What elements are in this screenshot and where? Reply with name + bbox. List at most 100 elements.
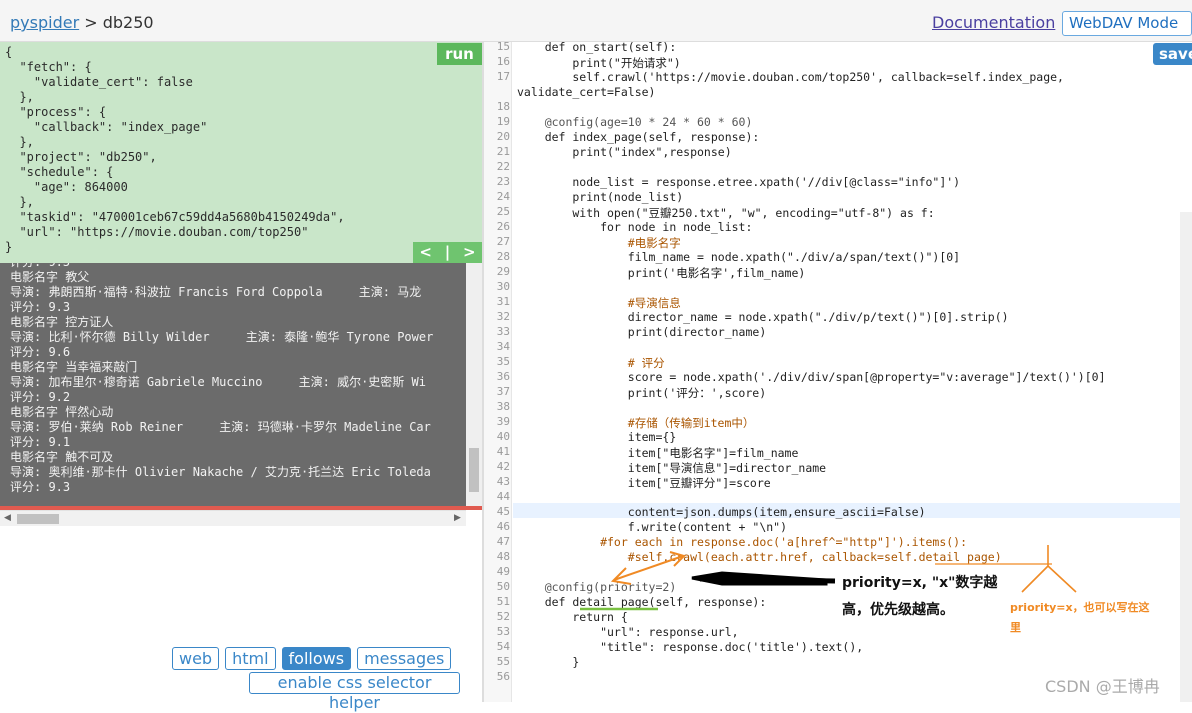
code-line: print(director_name)	[517, 325, 767, 339]
line-number: 55	[496, 655, 510, 668]
editor-scrollbar[interactable]	[1180, 212, 1192, 702]
line-number: 25	[496, 205, 510, 218]
line-number: 18	[496, 100, 510, 113]
output-line: 电影名字 教父	[10, 270, 90, 284]
priority-note: priority=x, "x"数字越 高，优先级越高。	[842, 570, 997, 624]
breadcrumb-home-link[interactable]: pyspider	[10, 13, 79, 32]
project-name: db250	[102, 13, 154, 32]
output-line: 评分: 9.5	[10, 263, 466, 270]
line-number: 33	[496, 325, 510, 338]
line-number: 42	[496, 460, 510, 473]
tab-messages[interactable]: messages	[357, 647, 452, 670]
task-json-line: },	[5, 195, 34, 209]
task-json-line: "schedule": {	[5, 165, 114, 179]
code-line: @config(age=10 * 24 * 60 * 60)	[517, 115, 753, 129]
line-number: 31	[496, 295, 510, 308]
prev-task-button[interactable]: <	[419, 242, 432, 263]
nav-separator: |	[444, 243, 451, 261]
line-number: 34	[496, 340, 510, 353]
line-number: 16	[496, 55, 510, 68]
output-horizontal-scrollbar[interactable]: ◀ ▶	[0, 510, 466, 526]
output-line: 评分: 9.3	[10, 480, 71, 494]
line-number: 27	[496, 235, 510, 248]
code-line: f.write(content + "\n")	[517, 520, 788, 534]
line-number: 29	[496, 265, 510, 278]
code-line: def on_start(self):	[517, 42, 677, 54]
output-line: 导演: 罗伯·莱纳 Rob Reiner 主演: 玛德琳·卡罗尔 Madelin…	[10, 420, 431, 434]
line-number: 28	[496, 250, 510, 263]
line-number: 22	[496, 160, 510, 173]
breadcrumb: pyspider > db250	[10, 13, 154, 32]
code-line: director_name = node.xpath("./div/p/text…	[517, 310, 1009, 324]
output-line: 评分: 9.3	[10, 300, 71, 314]
scroll-thumb[interactable]	[469, 448, 479, 492]
watermark: CSDN @王博冉	[1045, 677, 1160, 696]
next-task-button[interactable]: >	[463, 242, 476, 263]
run-button[interactable]: run	[437, 43, 482, 65]
task-json-line: },	[5, 135, 34, 149]
code-line: #导演信息	[517, 296, 681, 310]
output-console: 评分: 9.5电影名字 教父导演: 弗朗西斯·福特·科波拉 Francis Fo…	[0, 263, 482, 506]
task-json-line: "fetch": {	[5, 60, 92, 74]
line-number: 50	[496, 580, 510, 593]
code-line: self.crawl('https://movie.douban.com/top…	[517, 70, 1064, 84]
line-number: 21	[496, 145, 510, 158]
code-line: for node in node_list:	[517, 220, 753, 234]
line-number: 45	[496, 505, 510, 518]
line-number: 47	[496, 535, 510, 548]
task-json-line: "callback": "index_page"	[5, 120, 208, 134]
line-number: 37	[496, 385, 510, 398]
line-number: 24	[496, 190, 510, 203]
code-line: }	[517, 655, 580, 669]
output-line: 电影名字 怦然心动	[10, 405, 114, 419]
line-number: 44	[496, 490, 510, 503]
output-line: 电影名字 控方证人	[10, 315, 114, 329]
scroll-right-icon[interactable]: ▶	[454, 513, 461, 523]
code-line: @config(priority=2)	[517, 580, 677, 594]
output-line: 导演: 奥利维·那卡什 Olivier Nakache / 艾力克·托兰达 Er…	[10, 465, 431, 479]
output-line: 导演: 比利·怀尔德 Billy Wilder 主演: 泰隆·鲍华 Tyrone…	[10, 330, 434, 344]
line-number: 32	[496, 310, 510, 323]
code-line: "url": response.url,	[517, 625, 739, 639]
code-line: #存储（传输到item中）	[517, 416, 755, 430]
tab-web[interactable]: web	[172, 647, 220, 670]
priority-note-line1: priority=x, "x"数字越	[842, 575, 998, 591]
tab-follows[interactable]: follows	[281, 647, 352, 670]
code-line: # 评分	[517, 356, 665, 370]
output-line: 评分: 9.2	[10, 390, 71, 404]
code-line: validate_cert=False)	[517, 85, 656, 99]
code-line: print("index",response)	[517, 145, 732, 159]
scroll-thumb[interactable]	[17, 514, 59, 524]
code-line: content=json.dumps(item,ensure_ascii=Fal…	[517, 505, 926, 519]
documentation-link[interactable]: Documentation	[932, 13, 1055, 32]
side-note: priority=x，也可以写在这里	[1010, 601, 1150, 634]
css-selector-helper-button[interactable]: enable css selector helper	[249, 672, 460, 712]
line-number: 49	[496, 565, 510, 578]
output-line: 电影名字 触不可及	[10, 450, 114, 464]
line-number: 53	[496, 625, 510, 638]
task-json-line: "taskid": "470001ceb67c59dd4a5680b415024…	[5, 210, 345, 224]
code-line: node_list = response.etree.xpath('//div[…	[517, 175, 961, 189]
task-json-line: },	[5, 90, 34, 104]
code-line: #电影名字	[517, 236, 681, 250]
line-number: 56	[496, 670, 510, 683]
line-number: 48	[496, 550, 510, 563]
output-line: 电影名字 当幸福来敲门	[10, 360, 138, 374]
save-button[interactable]: save	[1153, 43, 1192, 65]
output-vertical-scrollbar[interactable]	[466, 263, 482, 506]
line-number: 35	[496, 355, 510, 368]
webdav-mode-button[interactable]: WebDAV Mode	[1062, 11, 1192, 36]
line-number: 54	[496, 640, 510, 653]
breadcrumb-separator: >	[84, 13, 98, 32]
line-number: 43	[496, 475, 510, 488]
code-line: #self.crawl(each.attr.href, callback=sel…	[517, 550, 1002, 564]
code-line: film_name = node.xpath("./div/a/span/tex…	[517, 250, 961, 264]
scroll-left-icon[interactable]: ◀	[4, 513, 11, 523]
tab-html[interactable]: html	[225, 647, 276, 670]
code-line: item={}	[517, 430, 677, 444]
output-line: 评分: 9.1	[10, 435, 71, 449]
code-line: item["电影名字"]=film_name	[517, 446, 799, 460]
code-line: item["豆瓣评分"]=score	[517, 476, 771, 490]
task-json[interactable]: { "fetch": { "validate_cert": false }, "…	[5, 45, 345, 255]
task-json-line: {	[5, 45, 13, 59]
